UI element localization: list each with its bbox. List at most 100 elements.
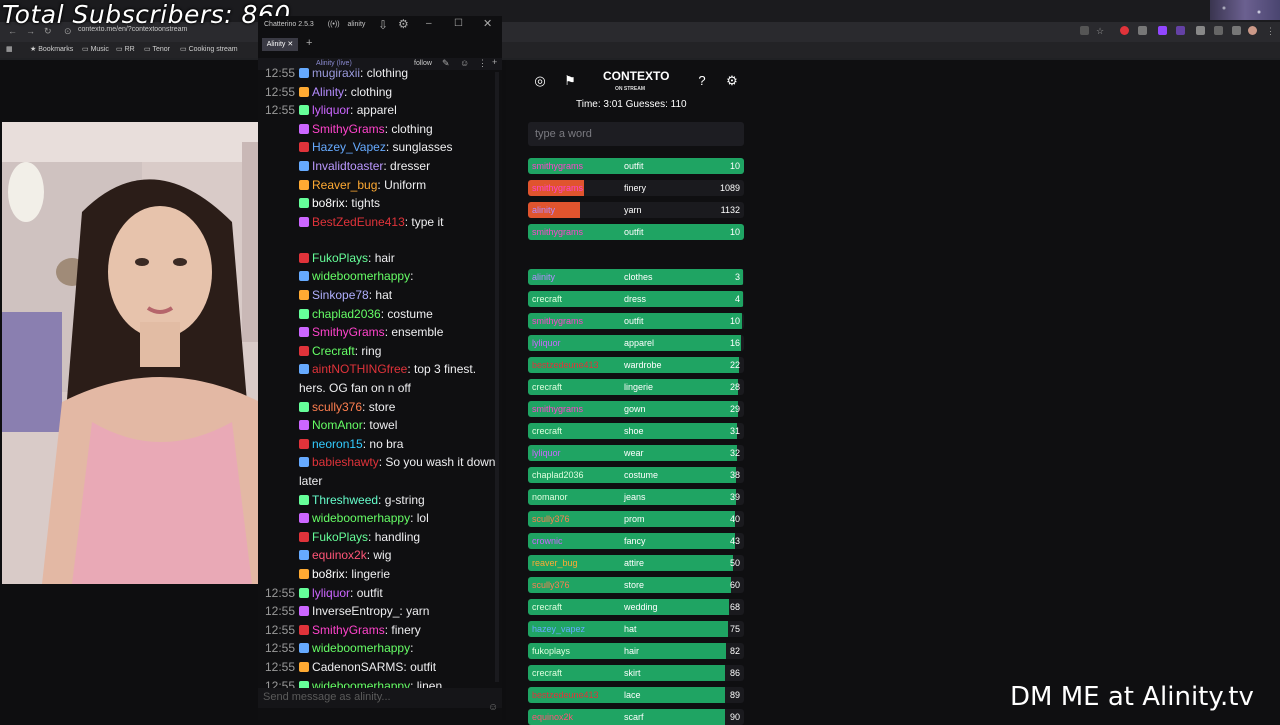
- chat-username[interactable]: Threshweed: [312, 493, 378, 507]
- split-view-icon[interactable]: [1232, 26, 1241, 35]
- star-icon[interactable]: ☆: [1096, 26, 1104, 37]
- chat-badge-icon: [299, 68, 310, 78]
- chat-username[interactable]: Reaver_bug: [312, 178, 377, 192]
- add-tab-icon[interactable]: +: [306, 37, 312, 49]
- chat-text: dresser: [390, 159, 431, 173]
- chat-username[interactable]: lyliquor: [312, 586, 350, 600]
- chat-username[interactable]: wideboomerhappy: [312, 511, 410, 525]
- hint-lightbulb-icon[interactable]: ◎: [532, 73, 548, 89]
- help-icon[interactable]: ?: [694, 73, 710, 89]
- close-icon[interactable]: ✕: [483, 17, 492, 30]
- guess-word: wear: [624, 448, 644, 458]
- chat-username[interactable]: mugiraxii: [312, 66, 360, 80]
- chat-badge-icon: [299, 271, 309, 282]
- downloads-icon[interactable]: [1214, 26, 1223, 35]
- guess-row: bestzedeune413 lace 89: [528, 687, 744, 703]
- chat-text: hat: [375, 288, 393, 302]
- settings-gear-icon[interactable]: ⚙: [398, 17, 409, 31]
- chat-username[interactable]: Sinkope78: [312, 288, 369, 302]
- extension-twitch-icon[interactable]: [1158, 26, 1167, 35]
- download-icon[interactable]: ⇩: [378, 18, 388, 32]
- tab-alinity[interactable]: Alinity ✕: [262, 38, 298, 51]
- settings-gear-icon[interactable]: ⚙: [724, 73, 740, 89]
- chat-text: tights: [351, 196, 381, 211]
- chat-timestamp: 12:55: [265, 103, 296, 118]
- chat-username[interactable]: lyliquor: [312, 103, 350, 117]
- install-icon[interactable]: [1080, 26, 1089, 35]
- chat-badge-icon: [299, 624, 310, 635]
- chat-username[interactable]: NomAnor: [312, 418, 363, 432]
- bookmark-rr[interactable]: ▭ RR: [116, 45, 135, 53]
- follow-button[interactable]: follow: [414, 60, 432, 67]
- chat-username[interactable]: bo8rix: [312, 567, 345, 581]
- minimize-icon[interactable]: –: [426, 18, 432, 29]
- add-split-icon[interactable]: +: [492, 57, 497, 67]
- chat-badge-icon: [299, 86, 310, 97]
- chat-message: equinox2k: wig: [299, 548, 391, 562]
- chat-username[interactable]: InverseEntropy_: [312, 604, 399, 618]
- guess-row: alinity clothes 3: [528, 269, 744, 285]
- bookmark-label: Tenor: [152, 46, 170, 53]
- bookmark-music[interactable]: ▭ Music: [82, 45, 109, 53]
- chat-username[interactable]: wideboomerhappy: [312, 641, 410, 655]
- chat-username[interactable]: wideboomerhappy: [312, 269, 410, 283]
- guess-username: reaver_bug: [532, 558, 578, 568]
- chat-username[interactable]: SmithyGrams: [312, 325, 385, 339]
- profile-avatar-icon[interactable]: [1248, 26, 1257, 35]
- chat-message: 12:55 lyliquor: outfit: [265, 586, 383, 600]
- chat-username[interactable]: chaplad2036: [312, 307, 381, 321]
- user-icon[interactable]: ☺: [460, 58, 469, 68]
- chat-message: Hazey_Vapez: sunglasses: [299, 140, 453, 154]
- extension-printer-icon[interactable]: [1138, 26, 1147, 35]
- chat-username[interactable]: Crecraft: [312, 344, 355, 358]
- give-up-flag-icon[interactable]: ⚑: [562, 73, 578, 89]
- chat-username[interactable]: babieshawty: [312, 455, 379, 469]
- guess-row: smithygrams finery 1089: [528, 180, 744, 196]
- chat-username[interactable]: Hazey_Vapez: [312, 140, 386, 154]
- extensions-puzzle-icon[interactable]: [1196, 26, 1205, 35]
- guess-rank: 39: [729, 492, 740, 502]
- chat-badge-icon: [299, 308, 309, 319]
- extension-record-icon[interactable]: [1120, 26, 1129, 35]
- chat-message: bo8rix: tights: [299, 196, 380, 210]
- chat-text: handling: [374, 529, 421, 544]
- chat-message: 12:55 SmithyGrams: finery: [265, 623, 421, 637]
- chat-username[interactable]: scully376: [312, 400, 362, 414]
- chat-username[interactable]: neoron15: [312, 437, 363, 451]
- chat-message: SmithyGrams: clothing: [299, 122, 433, 136]
- guess-row: alinity yarn 1132: [528, 202, 744, 218]
- chat-username[interactable]: bo8rix: [312, 196, 345, 210]
- emote-picker-icon[interactable]: ☺: [488, 702, 498, 713]
- split-menu-icon[interactable]: ⋮: [478, 58, 487, 69]
- extension-purple-icon[interactable]: [1176, 26, 1185, 35]
- bookmark-bookmarks[interactable]: ★ Bookmarks: [30, 45, 73, 53]
- guess-rank: 16: [729, 338, 740, 348]
- edit-icon[interactable]: ✎: [442, 58, 450, 69]
- chat-message: 12:55 lyliquor: apparel: [265, 103, 397, 117]
- guess-rank: 1089: [719, 183, 740, 193]
- chat-username[interactable]: SmithyGrams: [312, 122, 385, 136]
- chat-separator: :: [360, 66, 367, 80]
- chat-message: neoron15: no bra: [299, 437, 403, 451]
- bookmark-cooking-stream[interactable]: ▭ Cooking stream: [180, 45, 238, 53]
- chat-username[interactable]: aintNOTHINGfree: [312, 362, 407, 376]
- chat-username[interactable]: FukoPlays: [312, 251, 368, 265]
- chat-username[interactable]: SmithyGrams: [312, 623, 385, 637]
- chat-username[interactable]: FukoPlays: [312, 530, 368, 544]
- chat-username[interactable]: Alinity: [312, 85, 344, 99]
- chat-username[interactable]: equinox2k: [312, 548, 367, 562]
- guess-row: fukoplays hair 82: [528, 643, 744, 659]
- chat-text: top 3 finest.: [414, 362, 477, 377]
- apps-grid-icon[interactable]: ▦: [6, 45, 13, 53]
- guess-word: attire: [624, 558, 645, 568]
- chat-username[interactable]: BestZedEune413: [312, 215, 405, 229]
- maximize-icon[interactable]: ☐: [454, 18, 463, 29]
- chat-scrollbar[interactable]: [495, 72, 499, 682]
- bookmark-tenor[interactable]: ▭ Tenor: [144, 45, 170, 53]
- chat-message: 12:55 InverseEntropy_: yarn: [265, 604, 429, 618]
- chat-username[interactable]: CadenonSARMS: [312, 660, 403, 674]
- chat-badge-icon: [299, 252, 309, 263]
- menu-dots-icon[interactable]: ⋮: [1266, 26, 1275, 37]
- guess-word: jeans: [624, 492, 646, 502]
- chat-username[interactable]: Invalidtoaster: [312, 159, 383, 173]
